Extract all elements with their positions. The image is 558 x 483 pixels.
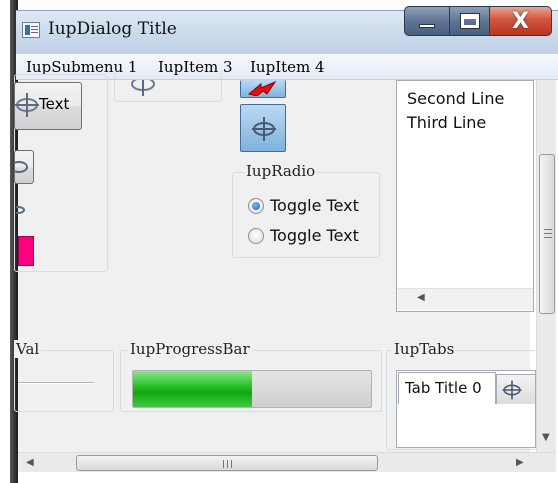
red-arrow-icon bbox=[247, 80, 277, 96]
radio-option-2[interactable]: Toggle Text bbox=[248, 226, 359, 245]
toggle-image-button[interactable] bbox=[14, 150, 34, 184]
val-slider-track[interactable] bbox=[18, 382, 94, 384]
grip-line bbox=[544, 229, 552, 230]
caption-buttons: X bbox=[404, 6, 552, 36]
tabs-frame-title: IupTabs bbox=[392, 340, 457, 358]
vertical-scrollbar[interactable]: ▼ bbox=[536, 80, 556, 452]
text-line: Third Line bbox=[407, 113, 487, 132]
grip-line bbox=[544, 233, 552, 234]
grip-line bbox=[231, 460, 232, 468]
color-swatch[interactable] bbox=[18, 236, 34, 266]
radio-option-label: Toggle Text bbox=[270, 226, 359, 245]
grip-line bbox=[223, 460, 224, 468]
crosshair-icon bbox=[252, 117, 276, 141]
val-frame bbox=[14, 350, 114, 412]
image-button-crosshair[interactable] bbox=[240, 104, 286, 152]
close-icon: X bbox=[512, 8, 529, 34]
minimize-button[interactable] bbox=[404, 6, 450, 36]
progress-frame-title: IupProgressBar bbox=[128, 340, 252, 358]
scroll-left-icon[interactable]: ◀ bbox=[26, 457, 34, 468]
radio-frame bbox=[232, 172, 380, 258]
radio-button-selected[interactable] bbox=[248, 197, 264, 214]
image-button-red-arrow[interactable] bbox=[240, 80, 286, 98]
tab-title-0[interactable]: Tab Title 0 bbox=[398, 372, 496, 404]
multiline-text[interactable]: Second Line Third Line bbox=[396, 80, 534, 312]
close-button[interactable]: X bbox=[490, 6, 552, 36]
tab-label: Tab Title 0 bbox=[405, 379, 482, 397]
maximize-icon bbox=[459, 13, 480, 29]
menu-item-item-4[interactable]: IupItem 4 bbox=[250, 58, 325, 76]
radio-button-unselected[interactable] bbox=[248, 227, 264, 244]
scroll-down-icon[interactable]: ▼ bbox=[542, 432, 550, 443]
text-button[interactable]: Text bbox=[14, 82, 82, 130]
dialog-window: IupDialog Title X IupSubmenu 1 IupItem 3… bbox=[0, 0, 558, 483]
progress-bar bbox=[132, 370, 372, 408]
radio-frame-title: IupRadio bbox=[244, 162, 318, 180]
progress-fill bbox=[133, 371, 252, 407]
scroll-left-icon[interactable]: ◀ bbox=[417, 292, 425, 303]
minimize-icon bbox=[419, 24, 435, 28]
radio-option-1[interactable]: Toggle Text bbox=[248, 196, 359, 215]
multiline-horizontal-scrollbar[interactable]: ◀ bbox=[397, 288, 533, 310]
grip-line bbox=[227, 460, 228, 468]
crosshair-icon bbox=[16, 206, 25, 214]
scroll-right-icon[interactable]: ▶ bbox=[516, 457, 524, 468]
maximize-button[interactable] bbox=[450, 6, 490, 36]
tab-title-1[interactable] bbox=[496, 374, 536, 404]
text-button-label: Text bbox=[39, 95, 70, 113]
crosshair-icon bbox=[502, 380, 522, 400]
horizontal-scroll-thumb[interactable] bbox=[76, 455, 378, 471]
grip-line bbox=[544, 237, 552, 238]
text-line: Second Line bbox=[407, 89, 505, 108]
app-icon[interactable] bbox=[22, 22, 40, 38]
vertical-scroll-thumb[interactable] bbox=[539, 154, 555, 314]
val-frame-title: Val bbox=[14, 340, 42, 358]
crosshair-icon bbox=[15, 161, 28, 173]
crosshair-icon bbox=[131, 80, 155, 96]
radio-option-label: Toggle Text bbox=[270, 196, 359, 215]
horizontal-scrollbar[interactable]: ◀ ▶ bbox=[18, 452, 556, 472]
window-title: IupDialog Title bbox=[48, 19, 177, 39]
crosshair-icon bbox=[15, 93, 39, 117]
